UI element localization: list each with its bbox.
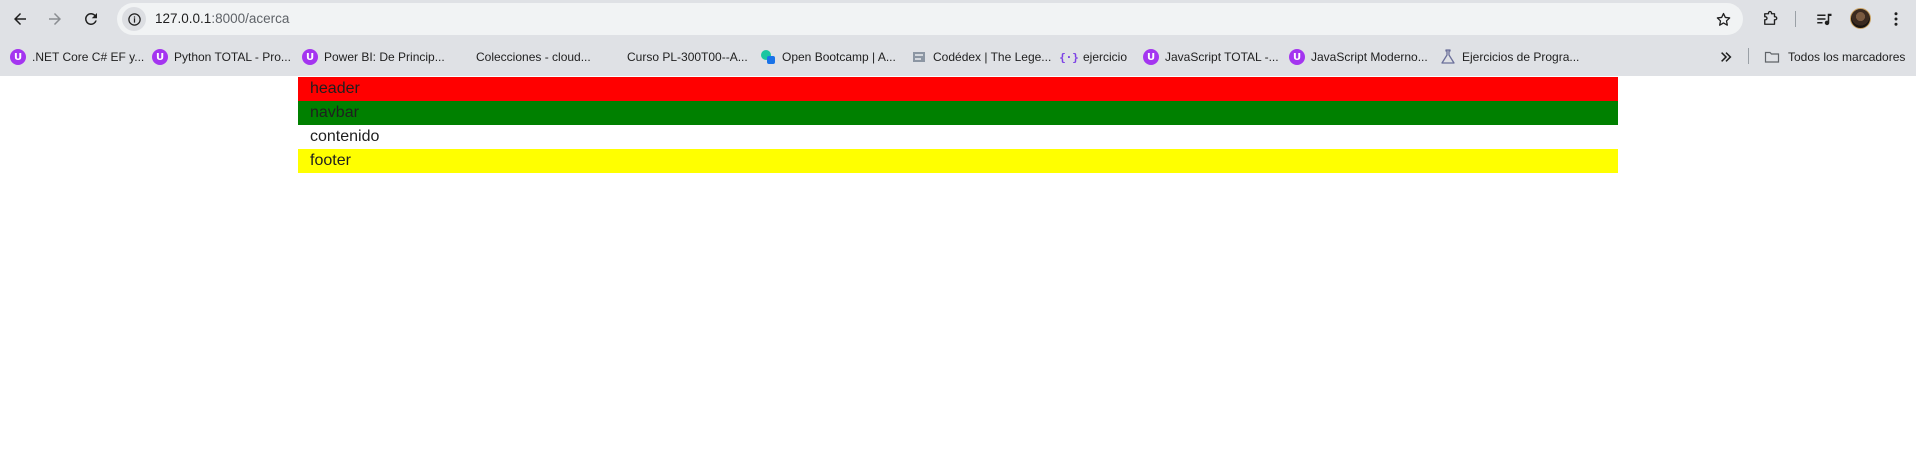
navbar-block: navbar bbox=[298, 101, 1618, 125]
bookmark-label: ejercicio bbox=[1083, 50, 1128, 64]
bookmark-item[interactable]: Ejercicios de Progra... bbox=[1440, 47, 1579, 67]
url-text: 127.0.0.1:8000/acerca bbox=[155, 11, 289, 26]
bookmark-label: Power BI: De Princip... bbox=[324, 50, 445, 64]
back-button[interactable] bbox=[6, 5, 34, 33]
bookmark-item[interactable]: U JavaScript TOTAL -... bbox=[1143, 47, 1279, 67]
all-bookmarks-label: Todos los marcadores bbox=[1788, 50, 1906, 64]
browser-toolbar: 127.0.0.1:8000/acerca bbox=[0, 0, 1916, 38]
microsoft-icon bbox=[454, 49, 470, 65]
bookmarks-bar: U .NET Core C# EF y... U Python TOTAL - … bbox=[0, 38, 1916, 76]
arrow-left-icon bbox=[14, 13, 26, 25]
bookmark-label: Curso PL-300T00--A... bbox=[627, 50, 748, 64]
microsoft-icon bbox=[605, 49, 621, 65]
codedex-icon bbox=[911, 49, 927, 65]
bookmark-label: JavaScript TOTAL -... bbox=[1165, 50, 1279, 64]
layout-container: header navbar contenido footer bbox=[298, 77, 1618, 173]
udemy-icon: U bbox=[10, 49, 26, 65]
bookmark-item[interactable]: U JavaScript Moderno... bbox=[1289, 47, 1428, 67]
toolbar-divider bbox=[1795, 11, 1796, 27]
bookmark-star-button[interactable] bbox=[1713, 9, 1733, 29]
bookmarks-divider bbox=[1748, 48, 1749, 64]
header-block: header bbox=[298, 77, 1618, 101]
udemy-icon: U bbox=[1289, 49, 1305, 65]
bookmark-label: .NET Core C# EF y... bbox=[32, 50, 145, 64]
udemy-icon: U bbox=[302, 49, 318, 65]
kebab-menu-icon bbox=[1894, 12, 1898, 26]
puzzle-icon bbox=[1764, 10, 1778, 25]
star-icon bbox=[1716, 12, 1730, 26]
url-host: 127.0.0.1 bbox=[155, 11, 212, 26]
reload-icon bbox=[85, 13, 97, 25]
bookmark-label: Colecciones - cloud... bbox=[476, 50, 591, 64]
extensions-button[interactable] bbox=[1758, 7, 1782, 31]
udemy-icon: U bbox=[152, 49, 168, 65]
bookmark-label: Python TOTAL - Pro... bbox=[174, 50, 291, 64]
address-bar[interactable]: 127.0.0.1:8000/acerca bbox=[117, 3, 1743, 35]
bookmark-item[interactable]: Colecciones - cloud... bbox=[454, 47, 591, 67]
double-chevron-icon bbox=[1721, 52, 1732, 62]
openbootcamp-icon bbox=[760, 49, 776, 65]
avatar[interactable] bbox=[1850, 8, 1871, 29]
footer-block: footer bbox=[298, 149, 1618, 173]
folder-icon bbox=[1764, 51, 1780, 63]
bookmark-item[interactable]: U .NET Core C# EF y... bbox=[10, 47, 144, 67]
bookmark-item[interactable]: U Power BI: De Princip... bbox=[302, 47, 445, 67]
bookmark-label: Codédex | The Lege... bbox=[933, 50, 1052, 64]
site-info-button[interactable] bbox=[122, 7, 146, 31]
content-block: contenido bbox=[298, 125, 1618, 149]
udemy-icon: U bbox=[1143, 49, 1159, 65]
arrow-right-icon bbox=[49, 13, 61, 25]
page-viewport: header navbar contenido footer bbox=[0, 76, 1916, 454]
flask-icon bbox=[1440, 49, 1456, 65]
info-icon bbox=[127, 12, 141, 26]
browser-menu-button[interactable] bbox=[1884, 7, 1908, 31]
reload-button[interactable] bbox=[77, 5, 105, 33]
media-control-button[interactable] bbox=[1812, 7, 1836, 31]
code-braces-icon: {·} bbox=[1059, 50, 1079, 64]
url-path: :8000/acerca bbox=[211, 11, 290, 26]
media-control-icon bbox=[1817, 13, 1832, 26]
more-bookmarks-button[interactable] bbox=[1716, 47, 1736, 67]
bookmark-label: Ejercicios de Progra... bbox=[1462, 50, 1580, 64]
all-bookmarks-button[interactable]: Todos los marcadores bbox=[1764, 47, 1905, 67]
forward-button[interactable] bbox=[41, 5, 69, 33]
bookmark-item[interactable]: {·} ejercicio bbox=[1059, 47, 1128, 67]
bookmark-item[interactable]: Codédex | The Lege... bbox=[911, 47, 1051, 67]
bookmark-label: Open Bootcamp | A... bbox=[782, 50, 896, 64]
bookmark-label: JavaScript Moderno... bbox=[1311, 50, 1428, 64]
bookmark-item[interactable]: U Python TOTAL - Pro... bbox=[152, 47, 291, 67]
bookmark-item[interactable]: Curso PL-300T00--A... bbox=[605, 47, 748, 67]
bookmark-item[interactable]: Open Bootcamp | A... bbox=[760, 47, 896, 67]
